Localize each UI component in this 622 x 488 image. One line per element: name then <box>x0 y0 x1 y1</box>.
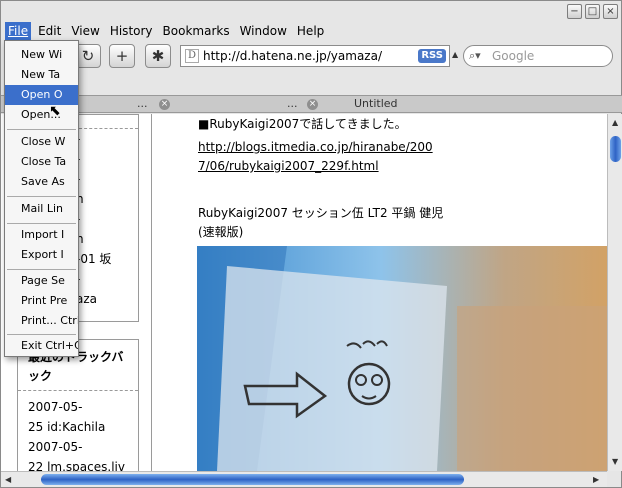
menubar: File Edit View History Bookmarks Window … <box>1 21 622 41</box>
tab-1-ellipsis[interactable]: ... <box>137 96 148 112</box>
toolbar: ↻ + ✱ D http://d.hatena.ne.jp/yamaza/ RS… <box>1 41 622 71</box>
exit-shortcut: Ctrl+Q <box>45 339 78 352</box>
menu-view[interactable]: View <box>68 22 102 40</box>
page-content: - - - n - n -01 坂 - aza 最近のトラックバック 2007-… <box>1 114 607 471</box>
menu-edit[interactable]: Edit <box>35 22 64 40</box>
horizontal-scroll-thumb[interactable] <box>41 474 464 485</box>
session-subtitle: (速報版) <box>198 225 244 239</box>
print-shortcut: Ctrl+P <box>60 314 78 327</box>
menu-item-save-as[interactable]: Save As <box>5 172 78 192</box>
menu-item-page-setup[interactable]: Page Se <box>5 271 78 291</box>
mouse-pointer-icon: ⬉ <box>49 103 61 119</box>
plus-icon: + <box>115 47 129 65</box>
tab-untitled-label: Untitled <box>354 97 398 110</box>
scroll-right-icon[interactable]: ▶ <box>593 475 599 484</box>
address-url[interactable]: http://d.hatena.ne.jp/yamaza/ <box>203 49 382 63</box>
slide-photo <box>197 246 607 471</box>
menu-item-close-window[interactable]: Close W <box>5 132 78 152</box>
tab-2[interactable]: × <box>159 96 170 112</box>
photo-image <box>197 246 607 471</box>
favicon-icon: D <box>185 49 199 63</box>
minimize-button[interactable]: − <box>567 4 582 19</box>
maximize-button[interactable]: □ <box>585 4 600 19</box>
browser-window: − □ × File Edit View History Bookmarks W… <box>0 0 622 488</box>
search-placeholder: Google <box>492 49 535 63</box>
scroll-down-icon[interactable]: ▼ <box>612 457 618 466</box>
address-bar[interactable]: D http://d.hatena.ne.jp/yamaza/ RSS <box>180 45 450 67</box>
menu-item-export[interactable]: Export I <box>5 245 78 265</box>
menu-window[interactable]: Window <box>237 22 290 40</box>
article-heading: ■RubyKaigi2007で話してきました。 <box>198 117 407 131</box>
menu-item-new-window[interactable]: New Wi <box>5 45 78 65</box>
menu-file[interactable]: File <box>5 22 32 40</box>
trackback-item[interactable]: 25 id:Kachila <box>18 417 138 437</box>
new-tab-button[interactable]: + <box>109 44 135 68</box>
close-window-button[interactable]: × <box>603 4 618 19</box>
menu-item-exit[interactable]: Exit Ctrl+Q <box>5 336 78 356</box>
bug-icon: ✱ <box>151 47 165 65</box>
trackback-item[interactable]: 2007-05- <box>18 397 138 417</box>
menu-item-open-file[interactable]: Open... <box>5 105 78 125</box>
tab-untitled[interactable]: × Untitled <box>307 96 447 112</box>
scroll-up-icon[interactable]: ▲ <box>612 118 618 127</box>
close-tab-icon[interactable]: × <box>307 98 318 110</box>
stepper-up-icon[interactable]: ▲ <box>452 50 458 59</box>
menu-item-mail-link[interactable]: Mail Lin <box>5 199 78 219</box>
trackback-item[interactable]: 22 lm.spaces.liv <box>18 457 138 471</box>
menu-bookmarks[interactable]: Bookmarks <box>160 22 233 40</box>
reload-icon: ↻ <box>81 47 95 65</box>
session-title: RubyKaigi2007 セッション伍 LT2 平鍋 健児 <box>198 206 444 220</box>
close-tab-icon[interactable]: × <box>159 98 170 110</box>
trackback-item[interactable]: 2007-05- <box>18 437 138 457</box>
tab-bar: ... × ... × Untitled <box>1 95 622 113</box>
menu-item-import[interactable]: Import I <box>5 225 78 245</box>
menu-item-print-preview[interactable]: Print Pre <box>5 291 78 311</box>
menu-help[interactable]: Help <box>294 22 327 40</box>
horizontal-scrollbar[interactable]: ◀ ▶ <box>1 471 607 487</box>
vertical-scrollbar[interactable]: ▲ ▼ <box>607 114 622 471</box>
scroll-left-icon[interactable]: ◀ <box>5 475 11 484</box>
sidebar-trackback-box: 最近のトラックバック 2007-05- 25 id:Kachila 2007-0… <box>17 339 139 471</box>
article-link-line2[interactable]: 7/06/rubykaigi2007_229f.html <box>198 157 379 176</box>
file-menu-dropdown: New Wi New Ta Open O Open... Close W Clo… <box>4 40 79 357</box>
menu-item-new-tab[interactable]: New Ta <box>5 65 78 85</box>
article-link-line1[interactable]: http://blogs.itmedia.co.jp/hiranabe/200 <box>198 138 433 157</box>
menu-history[interactable]: History <box>107 22 156 40</box>
vertical-scroll-thumb[interactable] <box>610 136 621 162</box>
search-icon: ⌕▾ <box>469 49 481 62</box>
report-bug-button[interactable]: ✱ <box>145 44 171 68</box>
search-field[interactable]: ⌕▾ Google <box>463 45 613 67</box>
rss-badge[interactable]: RSS <box>418 49 446 63</box>
menu-item-print[interactable]: Print... Ctrl+P <box>5 311 78 331</box>
menu-item-close-tab[interactable]: Close Ta <box>5 152 78 172</box>
menu-item-open-location[interactable]: Open O <box>5 85 78 105</box>
tab-2-ellipsis[interactable]: ... <box>287 96 298 112</box>
